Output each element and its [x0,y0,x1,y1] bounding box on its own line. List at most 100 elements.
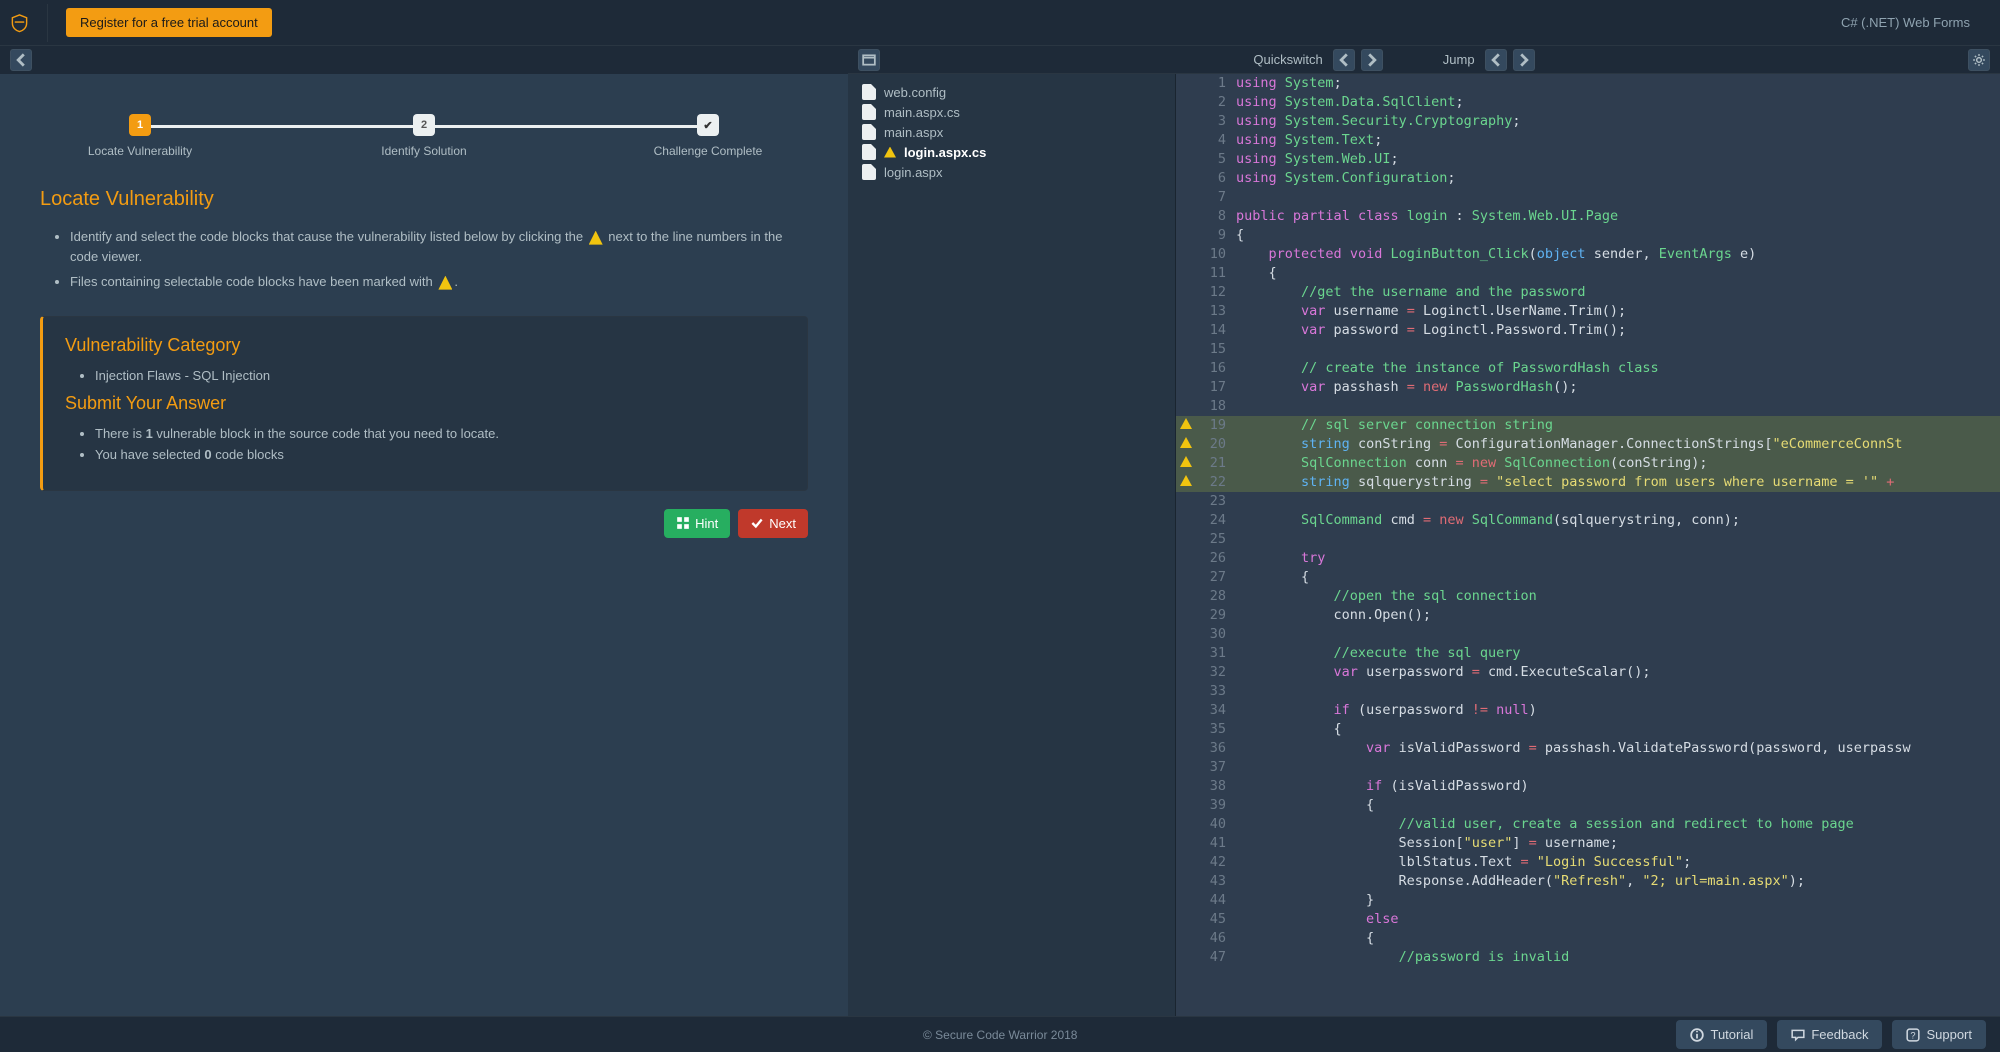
line-number[interactable]: 30 [1196,625,1236,644]
line-number[interactable]: 4 [1196,131,1236,150]
code-line[interactable]: 20 string conString = ConfigurationManag… [1176,435,2000,454]
line-number[interactable]: 22 [1196,473,1236,492]
line-number[interactable]: 1 [1196,74,1236,93]
line-number[interactable]: 7 [1196,188,1236,207]
register-button[interactable]: Register for a free trial account [66,8,272,37]
code-line[interactable]: 8public partial class login : System.Web… [1176,207,2000,226]
hint-button[interactable]: Hint [664,509,730,538]
code-line[interactable]: 30 [1176,625,2000,644]
code-line[interactable]: 45 else [1176,910,2000,929]
line-number[interactable]: 47 [1196,948,1236,967]
next-button[interactable]: Next [738,509,808,538]
code-line[interactable]: 47 //password is invalid [1176,948,2000,967]
line-number[interactable]: 11 [1196,264,1236,283]
code-line[interactable]: 2using System.Data.SqlClient; [1176,93,2000,112]
code-line[interactable]: 26 try [1176,549,2000,568]
code-line[interactable]: 24 SqlCommand cmd = new SqlCommand(sqlqu… [1176,511,2000,530]
line-number[interactable]: 39 [1196,796,1236,815]
file-item[interactable]: login.aspx [848,162,1175,182]
line-number[interactable]: 10 [1196,245,1236,264]
gutter-warn[interactable] [1176,454,1196,473]
code-line[interactable]: 7 [1176,188,2000,207]
line-number[interactable]: 18 [1196,397,1236,416]
code-line[interactable]: 29 conn.Open(); [1176,606,2000,625]
code-line[interactable]: 3using System.Security.Cryptography; [1176,112,2000,131]
line-number[interactable]: 32 [1196,663,1236,682]
code-line[interactable]: 34 if (userpassword != null) [1176,701,2000,720]
line-number[interactable]: 26 [1196,549,1236,568]
code-line[interactable]: 31 //execute the sql query [1176,644,2000,663]
line-number[interactable]: 21 [1196,454,1236,473]
line-number[interactable]: 14 [1196,321,1236,340]
code-line[interactable]: 9{ [1176,226,2000,245]
line-number[interactable]: 6 [1196,169,1236,188]
line-number[interactable]: 34 [1196,701,1236,720]
code-line[interactable]: 13 var username = Loginctl.UserName.Trim… [1176,302,2000,321]
line-number[interactable]: 42 [1196,853,1236,872]
code-line[interactable]: 21 SqlConnection conn = new SqlConnectio… [1176,454,2000,473]
line-number[interactable]: 37 [1196,758,1236,777]
step-1[interactable]: 1 Locate Vulnerability [50,114,230,158]
line-number[interactable]: 44 [1196,891,1236,910]
line-number[interactable]: 19 [1196,416,1236,435]
code-line[interactable]: 28 //open the sql connection [1176,587,2000,606]
code-line[interactable]: 25 [1176,530,2000,549]
step-2[interactable]: 2 Identify Solution [334,114,514,158]
code-line[interactable]: 37 [1176,758,2000,777]
gutter-warn[interactable] [1176,435,1196,454]
tutorial-button[interactable]: Tutorial [1676,1020,1767,1049]
line-number[interactable]: 43 [1196,872,1236,891]
settings-button[interactable] [1968,49,1990,71]
gutter-warn[interactable] [1176,416,1196,435]
code-line[interactable]: 44 } [1176,891,2000,910]
code-line[interactable]: 12 //get the username and the password [1176,283,2000,302]
code-line[interactable]: 17 var passhash = new PasswordHash(); [1176,378,2000,397]
code-line[interactable]: 11 { [1176,264,2000,283]
jump-next[interactable] [1513,49,1535,71]
code-line[interactable]: 15 [1176,340,2000,359]
code-editor[interactable]: 1using System;2using System.Data.SqlClie… [1176,74,2000,1016]
jump-prev[interactable] [1485,49,1507,71]
line-number[interactable]: 15 [1196,340,1236,359]
line-number[interactable]: 17 [1196,378,1236,397]
code-line[interactable]: 4using System.Text; [1176,131,2000,150]
code-line[interactable]: 43 Response.AddHeader("Refresh", "2; url… [1176,872,2000,891]
code-line[interactable]: 36 var isValidPassword = passhash.Valida… [1176,739,2000,758]
line-number[interactable]: 33 [1196,682,1236,701]
code-line[interactable]: 16 // create the instance of PasswordHas… [1176,359,2000,378]
line-number[interactable]: 25 [1196,530,1236,549]
line-number[interactable]: 8 [1196,207,1236,226]
code-line[interactable]: 46 { [1176,929,2000,948]
line-number[interactable]: 3 [1196,112,1236,131]
line-number[interactable]: 45 [1196,910,1236,929]
line-number[interactable]: 40 [1196,815,1236,834]
line-number[interactable]: 5 [1196,150,1236,169]
line-number[interactable]: 27 [1196,568,1236,587]
quickswitch-next[interactable] [1361,49,1383,71]
line-number[interactable]: 12 [1196,283,1236,302]
code-line[interactable]: 38 if (isValidPassword) [1176,777,2000,796]
code-line[interactable]: 35 { [1176,720,2000,739]
code-line[interactable]: 22 string sqlquerystring = "select passw… [1176,473,2000,492]
gutter-warn[interactable] [1176,473,1196,492]
code-line[interactable]: 27 { [1176,568,2000,587]
code-line[interactable]: 14 var password = Loginctl.Password.Trim… [1176,321,2000,340]
line-number[interactable]: 2 [1196,93,1236,112]
code-line[interactable]: 23 [1176,492,2000,511]
line-number[interactable]: 13 [1196,302,1236,321]
line-number[interactable]: 36 [1196,739,1236,758]
file-item[interactable]: main.aspx [848,122,1175,142]
line-number[interactable]: 20 [1196,435,1236,454]
back-button[interactable] [10,49,32,71]
code-line[interactable]: 40 //valid user, create a session and re… [1176,815,2000,834]
line-number[interactable]: 28 [1196,587,1236,606]
code-line[interactable]: 18 [1176,397,2000,416]
code-line[interactable]: 33 [1176,682,2000,701]
support-button[interactable]: ? Support [1892,1020,1986,1049]
file-item[interactable]: main.aspx.cs [848,102,1175,122]
code-line[interactable]: 41 Session["user"] = username; [1176,834,2000,853]
line-number[interactable]: 23 [1196,492,1236,511]
line-number[interactable]: 41 [1196,834,1236,853]
code-line[interactable]: 6using System.Configuration; [1176,169,2000,188]
code-line[interactable]: 39 { [1176,796,2000,815]
